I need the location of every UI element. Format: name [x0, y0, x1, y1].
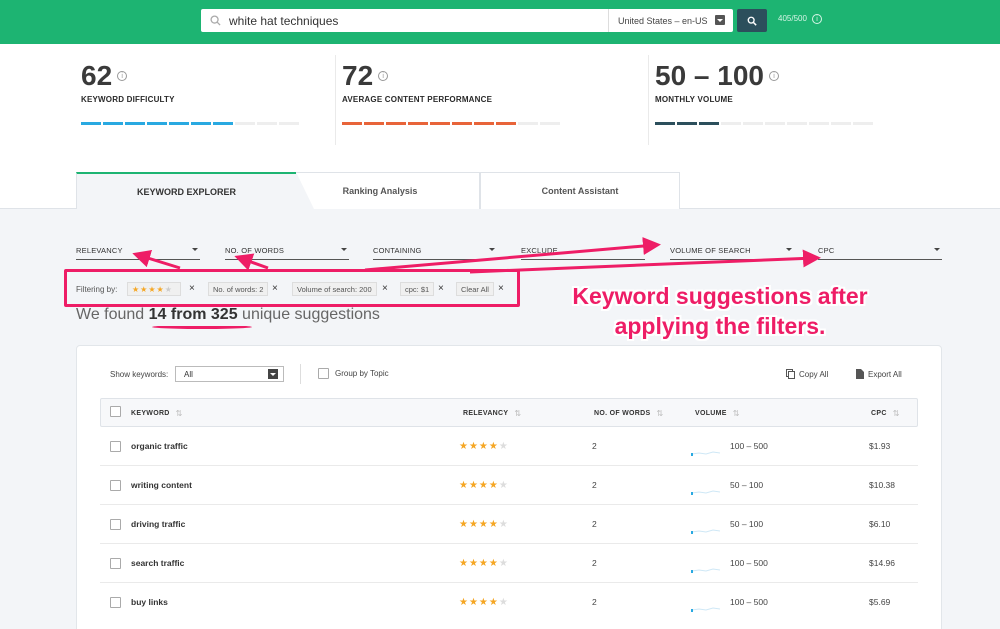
volume-sparkline	[691, 451, 721, 456]
column-header-keyword[interactable]: KEYWORD ⇅	[131, 409, 183, 418]
relevancy-stars: ★★★★★	[459, 558, 509, 569]
results-summary: We found 14 from 325 unique suggestions	[76, 306, 380, 324]
sort-icon: ⇅	[732, 409, 740, 418]
header-label: VOLUME	[695, 410, 727, 417]
column-header-no-of-words[interactable]: NO. OF WORDS ⇅	[594, 409, 664, 418]
row-checkbox[interactable]	[110, 519, 121, 530]
volume-cell: 100 – 500	[730, 597, 768, 607]
show-keywords-label: Show keywords:	[110, 370, 169, 379]
file-icon	[856, 369, 864, 379]
column-header-relevancy[interactable]: RELEVANCY ⇅	[463, 409, 521, 418]
keyword-cell[interactable]: search traffic	[131, 558, 184, 568]
results-prefix: We found	[76, 306, 145, 323]
copy-icon	[786, 369, 795, 379]
column-header-cpc[interactable]: CPC ⇅	[871, 409, 900, 418]
group-by-topic-checkbox[interactable]	[318, 368, 329, 379]
sort-icon: ⇅	[892, 409, 900, 418]
words-cell: 2	[592, 519, 597, 529]
volume-cell: 50 – 100	[730, 519, 764, 529]
relevancy-stars: ★★★★★	[459, 519, 509, 530]
sort-icon: ⇅	[656, 409, 664, 418]
cpc-cell: $6.10	[869, 519, 891, 529]
annotation-underline	[152, 325, 252, 329]
words-cell: 2	[592, 441, 597, 451]
relevancy-stars: ★★★★★	[459, 597, 509, 608]
close-icon[interactable]: ×	[438, 283, 444, 294]
header-label: CPC	[871, 410, 887, 417]
close-icon[interactable]: ×	[272, 283, 278, 294]
close-icon[interactable]: ×	[382, 283, 388, 294]
row-checkbox[interactable]	[110, 558, 121, 569]
keyword-cell[interactable]: writing content	[131, 480, 192, 490]
cpc-cell: $1.93	[869, 441, 891, 451]
results-count: 14 from 325	[148, 306, 238, 323]
volume-sparkline	[691, 529, 721, 534]
cpc-cell: $10.38	[869, 480, 895, 490]
volume-cell: 100 – 500	[730, 441, 768, 451]
filtering-label: Filtering by:	[76, 285, 118, 294]
words-cell: 2	[592, 597, 597, 607]
chip-cpc: cpc: $1	[400, 282, 435, 296]
column-header-volume[interactable]: VOLUME ⇅	[695, 409, 740, 418]
chip-no-of-words: No. of words: 2	[208, 282, 269, 296]
show-keywords-select[interactable]: All	[175, 366, 284, 382]
sort-icon: ⇅	[175, 409, 183, 418]
close-icon[interactable]: ×	[498, 283, 504, 294]
chip-relevancy: ★★★★★	[127, 282, 181, 296]
chevron-down-icon	[268, 369, 278, 379]
volume-sparkline	[691, 568, 721, 573]
cpc-cell: $5.69	[869, 597, 891, 607]
cpc-cell: $14.96	[869, 558, 895, 568]
volume-sparkline	[691, 490, 721, 495]
row-divider	[100, 504, 918, 505]
row-divider	[100, 543, 918, 544]
keyword-cell[interactable]: organic traffic	[131, 441, 188, 451]
row-checkbox[interactable]	[110, 597, 121, 608]
keyword-cell[interactable]: driving traffic	[131, 519, 185, 529]
select-all-checkbox[interactable]	[110, 406, 121, 417]
copy-all-button[interactable]: Copy All	[786, 369, 828, 379]
results-suffix: unique suggestions	[242, 306, 380, 323]
relevancy-stars: ★★★★★	[459, 480, 509, 491]
chip-volume-of-search: Volume of search: 200	[292, 282, 377, 296]
row-divider	[100, 582, 918, 583]
close-icon[interactable]: ×	[189, 283, 195, 294]
tab-keyword-explorer[interactable]: KEYWORD EXPLORER	[76, 172, 314, 209]
header-label: RELEVANCY	[463, 410, 509, 417]
results-panel	[76, 345, 942, 629]
words-cell: 2	[592, 480, 597, 490]
row-checkbox[interactable]	[110, 480, 121, 491]
row-divider	[100, 465, 918, 466]
words-cell: 2	[592, 558, 597, 568]
row-checkbox[interactable]	[110, 441, 121, 452]
annotation-text: Keyword suggestions after applying the f…	[572, 283, 868, 339]
volume-sparkline	[691, 607, 721, 612]
volume-cell: 50 – 100	[730, 480, 764, 490]
star-rating: ★★★★★	[132, 284, 173, 294]
header-label: KEYWORD	[131, 410, 170, 417]
group-by-topic-label: Group by Topic	[335, 369, 389, 378]
keyword-cell[interactable]: buy links	[131, 597, 168, 607]
divider	[300, 364, 301, 384]
export-all-button[interactable]: Export All	[856, 369, 902, 379]
clear-all-button[interactable]: Clear All	[456, 282, 494, 296]
export-all-label: Export All	[868, 369, 902, 379]
copy-all-label: Copy All	[799, 369, 829, 379]
relevancy-stars: ★★★★★	[459, 441, 509, 452]
header-label: NO. OF WORDS	[594, 410, 651, 417]
sort-icon: ⇅	[514, 409, 522, 418]
volume-cell: 100 – 500	[730, 558, 768, 568]
show-keywords-value: All	[184, 369, 193, 379]
